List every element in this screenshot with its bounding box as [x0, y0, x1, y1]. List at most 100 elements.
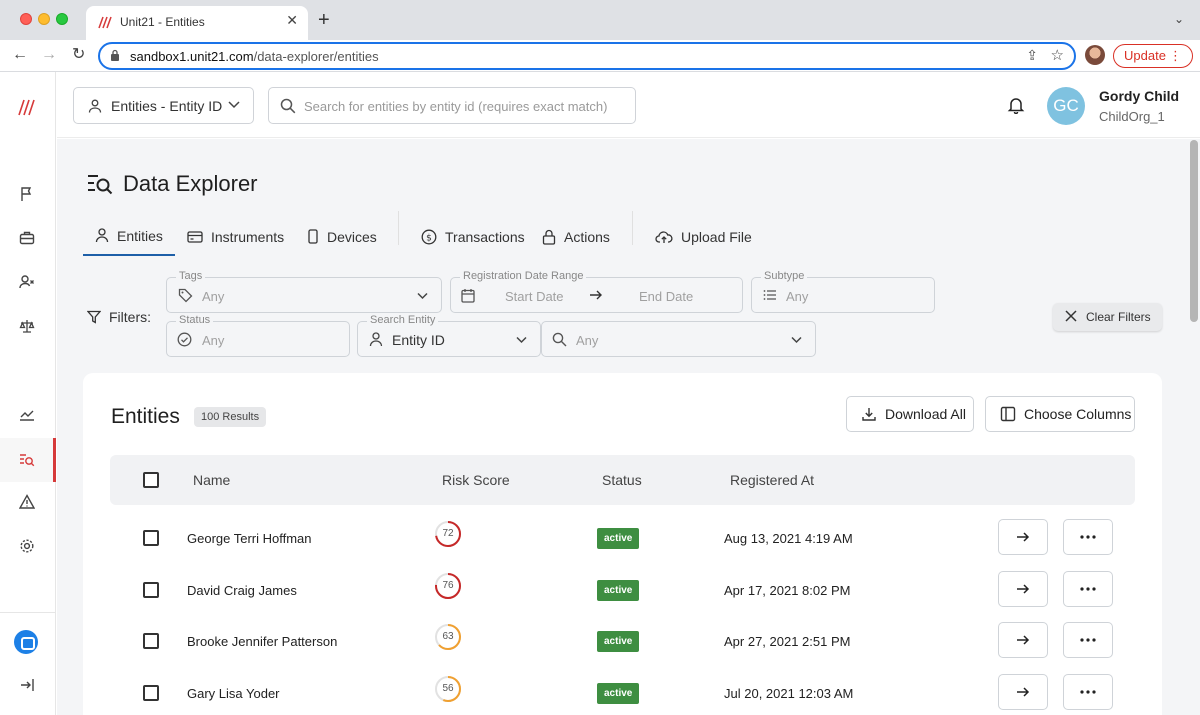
arrow-right-icon [590, 290, 602, 300]
column-header-risk-score[interactable]: Risk Score [442, 472, 510, 488]
download-all-button[interactable]: Download All [846, 396, 974, 432]
select-all-checkbox[interactable] [143, 472, 159, 488]
new-tab-button[interactable]: + [318, 10, 330, 30]
sidebar-dashboards-chart-icon[interactable] [16, 403, 38, 425]
registered-at: Jul 20, 2021 12:03 AM [724, 685, 854, 701]
tab-transactions[interactable]: $ Transactions [421, 217, 525, 256]
sidebar-settings-gear-icon[interactable] [16, 535, 38, 557]
entity-search-input[interactable]: Search for entities by entity id (requir… [268, 87, 636, 124]
sidebar-data-explorer-icon[interactable] [16, 449, 38, 471]
open-entity-button[interactable] [998, 622, 1048, 658]
table-row[interactable]: Gary Lisa Yoder 56 active Jul 20, 2021 12:0… [110, 667, 1135, 715]
row-checkbox[interactable] [143, 684, 159, 701]
tab-label: Devices [327, 228, 377, 245]
forward-button[interactable]: → [41, 46, 57, 64]
search-entity-legend: Search Entity [367, 314, 439, 326]
tab-upload-file[interactable]: Upload File [655, 217, 752, 256]
end-date-input[interactable]: End Date [639, 289, 693, 304]
risk-score-ring: 76 [434, 572, 462, 600]
column-header-status[interactable]: Status [602, 472, 642, 488]
more-actions-button[interactable] [1063, 519, 1113, 555]
open-entity-button[interactable] [998, 519, 1048, 555]
table-row[interactable]: David Craig James 76 active Apr 17, 2021 8:… [110, 564, 1135, 615]
entity-type-label: Entities - Entity ID [111, 98, 223, 114]
risk-score-value: 76 [442, 579, 454, 591]
tab-instruments[interactable]: Instruments [187, 217, 284, 256]
open-entity-button[interactable] [998, 673, 1048, 710]
search-value: Any [576, 333, 599, 348]
chevron-down-icon [791, 336, 802, 344]
more-actions-button[interactable] [1063, 673, 1113, 710]
maximize-window-button[interactable] [56, 13, 68, 25]
sidebar-entities-user-x-icon[interactable] [16, 271, 38, 293]
close-window-button[interactable] [20, 13, 32, 25]
row-checkbox[interactable] [143, 581, 159, 598]
user-name[interactable]: Gordy Child [1099, 88, 1179, 104]
sidebar-cases-briefcase-icon[interactable] [16, 227, 38, 249]
status-badge: active [597, 631, 640, 652]
clear-filters-button[interactable]: Clear Filters [1053, 303, 1162, 331]
back-button[interactable]: ← [12, 46, 28, 64]
bookmark-star-icon[interactable]: ☆ [1051, 46, 1064, 64]
tags-filter[interactable]: Tags Any [166, 270, 442, 313]
more-horizontal-icon [1080, 689, 1096, 694]
subtype-filter[interactable]: Subtype Any [751, 270, 935, 313]
person-icon [88, 99, 102, 113]
tab-actions[interactable]: Actions [542, 217, 610, 256]
close-tab-icon[interactable]: ✕ [286, 12, 298, 29]
open-entity-button[interactable] [998, 570, 1048, 607]
column-header-registered-at[interactable]: Registered At [730, 472, 814, 488]
status-filter[interactable]: Status Any [166, 314, 350, 357]
browser-tab-bar: Unit21 - Entities ✕ + ⌄ [0, 0, 1200, 40]
minimize-window-button[interactable] [38, 13, 50, 25]
entity-name[interactable]: David Craig James [187, 583, 297, 598]
unit21-logo-icon[interactable] [16, 96, 38, 118]
browser-profile-avatar[interactable] [1085, 45, 1105, 65]
browser-update-button[interactable]: Update ⋮ [1113, 44, 1193, 68]
share-icon[interactable]: ⇪ [1026, 47, 1038, 64]
tab-label: Actions [564, 228, 610, 245]
url-text: sandbox1.unit21.com/data-explorer/entiti… [130, 49, 379, 64]
app-header: Entities - Entity ID Search for entities… [57, 72, 1200, 138]
entity-type-select[interactable]: Entities - Entity ID [73, 87, 254, 124]
chevron-down-icon [516, 336, 527, 344]
tab-entities[interactable]: Entities [83, 217, 175, 256]
close-icon [1065, 310, 1077, 322]
page-scrollbar[interactable] [1190, 140, 1198, 322]
row-checkbox[interactable] [143, 530, 159, 546]
expand-sidebar-icon[interactable] [16, 674, 38, 696]
more-actions-button[interactable] [1063, 622, 1113, 658]
tag-icon [178, 288, 193, 303]
sidebar-warning-triangle-icon[interactable] [16, 491, 38, 513]
table-row[interactable]: George Terri Hoffman 72 active Aug 13, 2021… [110, 512, 1135, 563]
status-badge: active [597, 579, 640, 601]
dollar-icon: $ [421, 229, 437, 244]
risk-score-value: 63 [442, 631, 454, 642]
table-row[interactable]: Brooke Jennifer Patterson 63 active Apr 27,… [110, 615, 1135, 666]
address-bar[interactable]: sandbox1.unit21.com/data-explorer/entiti… [98, 42, 1076, 70]
chat-support-icon[interactable] [14, 630, 38, 654]
tab-search-chevron-icon[interactable]: ⌄ [1174, 12, 1184, 26]
search-entity-value-select[interactable]: Any [541, 321, 816, 357]
sidebar-rules-scale-icon[interactable] [16, 315, 38, 337]
row-checkbox[interactable] [143, 633, 159, 649]
more-actions-button[interactable] [1063, 570, 1113, 607]
browser-tab[interactable]: Unit21 - Entities ✕ [86, 6, 308, 40]
choose-columns-button[interactable]: Choose Columns [985, 396, 1135, 432]
column-header-name[interactable]: Name [193, 472, 230, 488]
tab-devices[interactable]: Devices [307, 217, 377, 256]
search-entity-type-select[interactable]: Search Entity Entity ID [357, 314, 541, 357]
notifications-bell-icon[interactable] [1007, 96, 1025, 114]
entity-name[interactable]: Gary Lisa Yoder [187, 686, 280, 701]
reload-button[interactable]: ↻ [72, 46, 85, 64]
sidebar-alerts-flag-icon[interactable] [16, 183, 38, 205]
start-date-input[interactable]: Start Date [505, 289, 564, 304]
filter-icon [87, 310, 101, 324]
user-avatar[interactable]: GC [1047, 87, 1085, 125]
entity-name[interactable]: George Terri Hoffman [187, 531, 312, 546]
entity-name[interactable]: Brooke Jennifer Patterson [187, 634, 337, 649]
registration-date-filter[interactable]: Registration Date Range Start Date End D… [450, 270, 743, 313]
status-badge: active [597, 528, 640, 549]
card-icon [187, 230, 203, 243]
risk-score-ring: 56 [434, 675, 462, 703]
